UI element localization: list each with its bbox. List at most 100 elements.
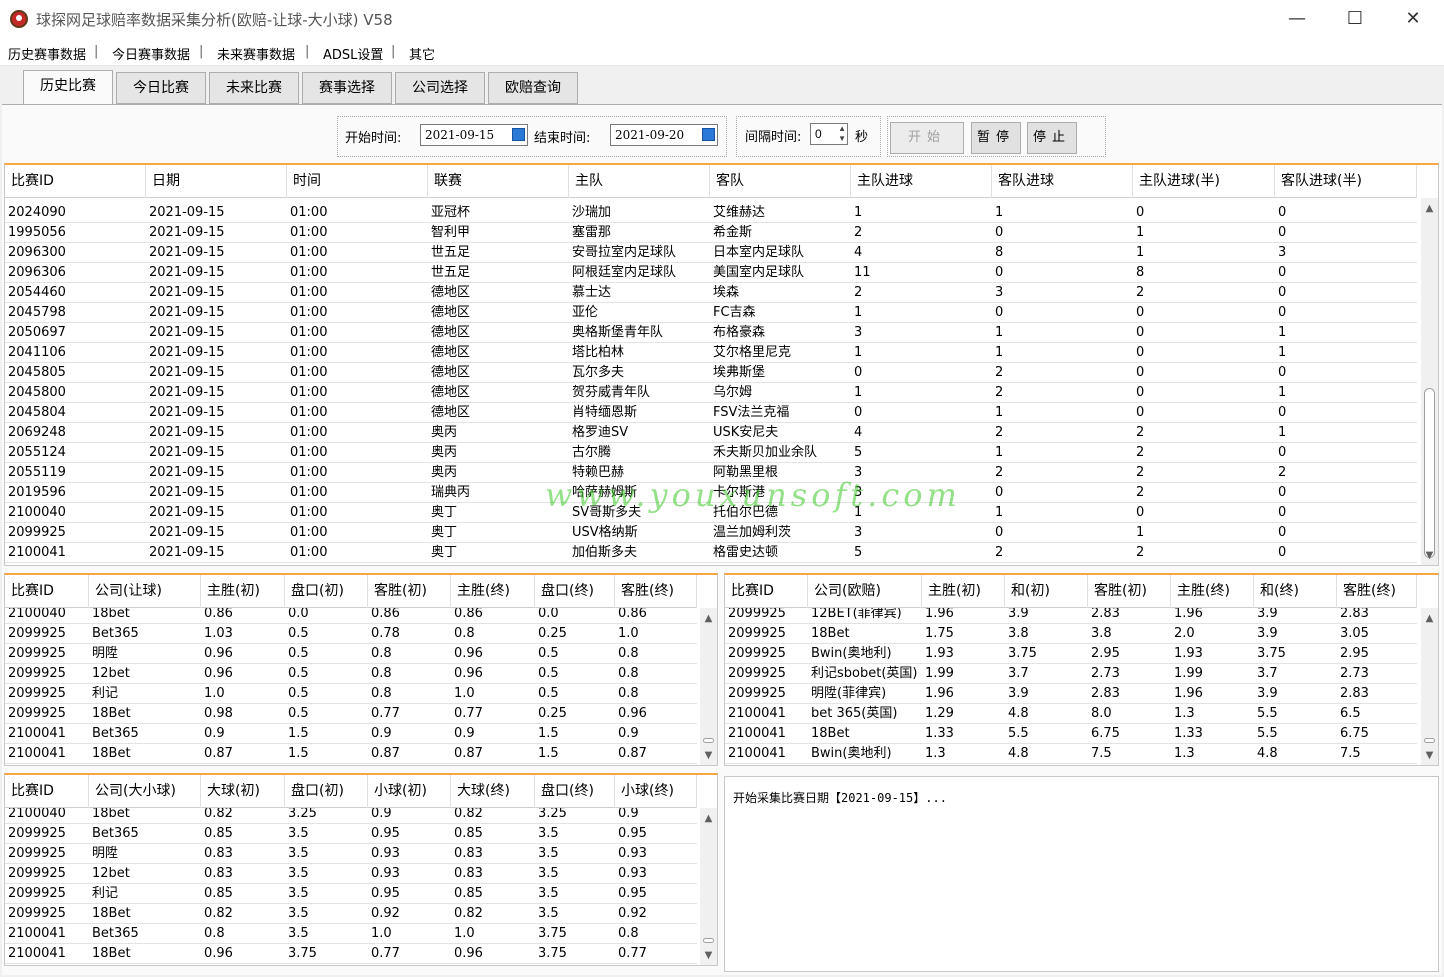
column-header[interactable]: 盘口(终): [535, 575, 615, 608]
table-row[interactable]: 2099925 Bet365 0.85 3.5 0.95 0.85 3.5 0.95: [5, 824, 697, 844]
minimize-button[interactable]: —: [1268, 0, 1326, 38]
table-row[interactable]: 2100041 Bwin(奥地利) 1.3 4.8 7.5 1.3 4.8 7.5: [725, 744, 1417, 764]
scroll-up-icon[interactable]: ▲: [1421, 200, 1438, 217]
menu-adsl[interactable]: ADSL设置: [323, 44, 383, 63]
scroll-thumb[interactable]: [703, 938, 714, 943]
tab-euro-query[interactable]: 欧赔查询: [488, 72, 578, 104]
table-row[interactable]: 2045805 2021-09-15 01:00 德地区 瓦尔多夫 埃弗斯堡 0 2 0 0: [5, 363, 1417, 383]
tab-today[interactable]: 今日比赛: [116, 72, 206, 104]
table-row[interactable]: 2099925 利记sbobet(英国) 1.99 3.7 2.73 1.99 3.7 2.7…: [725, 664, 1417, 684]
euro-grid-scrollbar[interactable]: ▲ ▼: [1421, 608, 1438, 765]
interval-spinner[interactable]: 0 ▲ ▼: [810, 123, 848, 145]
match-grid-scrollbar[interactable]: ▲ ▼: [1421, 198, 1438, 565]
column-header[interactable]: 比赛ID: [5, 575, 89, 608]
column-header[interactable]: 客队: [710, 165, 851, 198]
column-header[interactable]: 主胜(终): [1171, 575, 1254, 608]
start-date-picker[interactable]: 2021-09-15: [420, 124, 528, 146]
table-row[interactable]: 2099925 18Bet 0.98 0.5 0.77 0.77 0.25 0.96: [5, 704, 697, 724]
table-row[interactable]: 2099925 12bet 0.83 3.5 0.93 0.83 3.5 0.93: [5, 864, 697, 884]
end-date-picker[interactable]: 2021-09-20: [610, 124, 718, 146]
table-row[interactable]: 2100041 18Bet 0.87 1.5 0.87 0.87 1.5 0.87: [5, 744, 697, 764]
table-row[interactable]: 2099925 18Bet 1.75 3.8 3.8 2.0 3.9 3.05: [725, 624, 1417, 644]
scroll-thumb[interactable]: [703, 738, 714, 743]
table-row[interactable]: 2100041 18Bet 0.96 3.75 0.77 0.96 3.75 0.77: [5, 944, 697, 964]
scroll-thumb[interactable]: [1424, 738, 1435, 743]
table-row[interactable]: 2099925 Bet365 1.03 0.5 0.78 0.8 0.25 1.0: [5, 624, 697, 644]
stop-button[interactable]: 停止: [1027, 122, 1077, 154]
scroll-thumb[interactable]: [1424, 388, 1435, 558]
column-header[interactable]: 主胜(初): [201, 575, 285, 608]
table-row[interactable]: 2069248 2021-09-15 01:00 奥丙 格罗迪SV USK安尼夫 4 2 2 1: [5, 423, 1417, 443]
column-header[interactable]: 主队进球: [851, 165, 992, 198]
column-header[interactable]: 日期: [146, 165, 287, 198]
column-header[interactable]: 公司(大小球): [89, 775, 201, 808]
log-panel[interactable]: 开始采集比赛日期【2021-09-15】...: [724, 776, 1439, 972]
column-header[interactable]: 主胜(终): [451, 575, 535, 608]
table-row[interactable]: 2099925 18Bet 0.82 3.5 0.92 0.82 3.5 0.92: [5, 904, 697, 924]
column-header[interactable]: 客胜(初): [368, 575, 451, 608]
column-header[interactable]: 和(终): [1254, 575, 1337, 608]
column-header[interactable]: 公司(欧赔): [808, 575, 922, 608]
euro-odds-grid[interactable]: ▲ ▼ 2099925 12BET(菲律宾) 1.96 3.9 2.83 1.96 3.9 2…: [724, 573, 1439, 766]
column-header[interactable]: 主胜(初): [922, 575, 1005, 608]
ou-grid-scrollbar[interactable]: ▲ ▼: [700, 808, 717, 965]
table-row[interactable]: 2045798 2021-09-15 01:00 德地区 亚伦 FC吉森 1 0 0 0: [5, 303, 1417, 323]
table-row[interactable]: 2100041 18Bet 1.33 5.5 6.75 1.33 5.5 6.75: [725, 724, 1417, 744]
scroll-up-icon[interactable]: ▲: [700, 810, 717, 827]
column-header[interactable]: 公司(让球): [89, 575, 201, 608]
tab-company-select[interactable]: 公司选择: [395, 72, 485, 104]
table-row[interactable]: 2041106 2021-09-15 01:00 德地区 塔比柏林 艾尔格里尼克 1 1 0 1: [5, 343, 1417, 363]
handicap-grid[interactable]: ▲ ▼ 2100040 18bet 0.86 0.0 0.86 0.86 0.0 0.86 20…: [4, 573, 718, 766]
table-row[interactable]: 2096300 2021-09-15 01:00 世五足 安哥拉室内足球队 日本室内足球队…: [5, 243, 1417, 263]
table-row[interactable]: 2045804 2021-09-15 01:00 德地区 肖特缅恩斯 FSV法兰克福 0 1 0…: [5, 403, 1417, 423]
table-row[interactable]: 2099925 明陞 0.96 0.5 0.8 0.96 0.5 0.8: [5, 644, 697, 664]
column-header[interactable]: 比赛ID: [725, 575, 808, 608]
table-row[interactable]: 2045800 2021-09-15 01:00 德地区 贺芬威青年队 乌尔姆 1 2 0 1: [5, 383, 1417, 403]
table-row[interactable]: 2096306 2021-09-15 01:00 世五足 阿根廷室内足球队 美国室内足球队…: [5, 263, 1417, 283]
table-row[interactable]: 2054460 2021-09-15 01:00 德地区 慕士达 埃森 2 3 2 0: [5, 283, 1417, 303]
scroll-down-icon[interactable]: ▼: [700, 747, 717, 764]
menu-history[interactable]: 历史赛事数据: [8, 44, 86, 63]
spinner-arrows-icon[interactable]: ▲ ▼: [838, 124, 846, 144]
handicap-grid-scrollbar[interactable]: ▲ ▼: [700, 608, 717, 765]
column-header[interactable]: 大球(初): [201, 775, 285, 808]
column-header[interactable]: 比赛ID: [5, 775, 89, 808]
table-row[interactable]: 2099925 2021-09-15 01:00 奥丁 USV格纳斯 温兰加姆利茨 3 0 1 0: [5, 523, 1417, 543]
table-row[interactable]: 2099925 明陞 0.83 3.5 0.93 0.83 3.5 0.93: [5, 844, 697, 864]
column-header[interactable]: 小球(终): [615, 775, 697, 808]
column-header[interactable]: 盘口(终): [535, 775, 615, 808]
calendar-icon[interactable]: [702, 128, 715, 141]
close-button[interactable]: ✕: [1384, 0, 1442, 38]
column-header[interactable]: 盘口(初): [285, 775, 368, 808]
column-header[interactable]: 盘口(初): [285, 575, 368, 608]
scroll-down-icon[interactable]: ▼: [1421, 747, 1438, 764]
scroll-up-icon[interactable]: ▲: [700, 610, 717, 627]
tab-match-select[interactable]: 赛事选择: [302, 72, 392, 104]
column-header[interactable]: 客胜(初): [1088, 575, 1171, 608]
column-header[interactable]: 联赛: [428, 165, 569, 198]
table-row[interactable]: 2099925 12bet 0.96 0.5 0.8 0.96 0.5 0.8: [5, 664, 697, 684]
table-row[interactable]: 2055124 2021-09-15 01:00 奥丙 古尔腾 禾夫斯贝加业余队 5 1 2 0: [5, 443, 1417, 463]
menu-future[interactable]: 未来赛事数据: [217, 44, 295, 63]
table-row[interactable]: 2099925 Bwin(奥地利) 1.93 3.75 2.95 1.93 3.75 2.95: [725, 644, 1417, 664]
column-header[interactable]: 客队进球(半): [1275, 165, 1417, 198]
column-header[interactable]: 大球(终): [451, 775, 535, 808]
table-row[interactable]: 2100041 bet 365(英国) 1.29 4.8 8.0 1.3 5.5 6.5: [725, 704, 1417, 724]
calendar-icon[interactable]: [512, 128, 525, 141]
table-row[interactable]: 2050697 2021-09-15 01:00 德地区 奥格斯堡青年队 布格豪森 3 1 0 1: [5, 323, 1417, 343]
maximize-button[interactable]: ☐: [1326, 0, 1384, 38]
column-header[interactable]: 客胜(终): [1337, 575, 1417, 608]
table-row[interactable]: 2100041 Bet365 0.9 1.5 0.9 0.9 1.5 0.9: [5, 724, 697, 744]
over-under-grid[interactable]: ▲ ▼ 2100040 18bet 0.82 3.25 0.9 0.82 3.25 0.9 20…: [4, 773, 718, 966]
menu-today[interactable]: 今日赛事数据: [112, 44, 190, 63]
column-header[interactable]: 主队进球(半): [1133, 165, 1275, 198]
column-header[interactable]: 客胜(终): [615, 575, 697, 608]
scroll-up-icon[interactable]: ▲: [1421, 610, 1438, 627]
table-row[interactable]: 1995056 2021-09-15 01:00 智利甲 塞雷那 希金斯 2 0 1 0: [5, 223, 1417, 243]
table-row[interactable]: 2099925 利记 1.0 0.5 0.8 1.0 0.5 0.8: [5, 684, 697, 704]
start-button[interactable]: 开始: [890, 122, 964, 154]
column-header[interactable]: 客队进球: [992, 165, 1133, 198]
column-header[interactable]: 小球(初): [368, 775, 451, 808]
table-row[interactable]: 2024090 2021-09-15 01:00 亚冠杯 沙瑞加 艾维赫达 1 1 0 0: [5, 203, 1417, 223]
menu-other[interactable]: 其它: [409, 44, 435, 63]
